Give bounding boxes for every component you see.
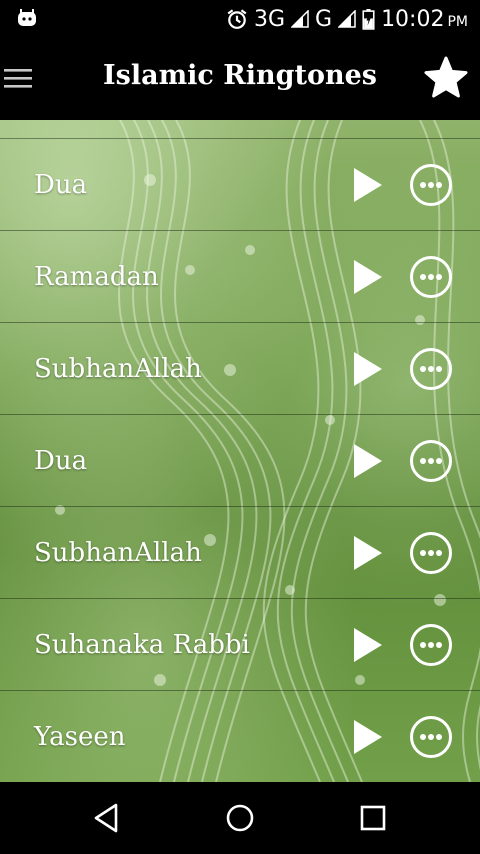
battery-charging-icon (362, 8, 375, 30)
play-icon[interactable] (348, 717, 388, 757)
app-title: Islamic Ringtones (103, 60, 377, 91)
network-type-3g: 3G (253, 6, 285, 32)
list-item[interactable]: Dua (0, 138, 480, 231)
more-options-icon[interactable] (409, 163, 453, 207)
ringtone-title: Suhanaka Rabbi (34, 630, 250, 660)
ringtone-title: Yaseen (34, 722, 126, 752)
ringtone-title: SubhanAllah (34, 354, 202, 384)
back-icon[interactable] (88, 800, 124, 836)
list-item[interactable]: SubhanAllah (0, 506, 480, 599)
list-item[interactable]: SubhanAllah (0, 322, 480, 415)
ringtone-title: Ramadan (34, 262, 159, 292)
more-options-icon[interactable] (409, 255, 453, 299)
list-item[interactable]: Dua (0, 414, 480, 507)
play-icon[interactable] (348, 441, 388, 481)
status-time: 10:02 (381, 6, 445, 32)
ringtone-list[interactable]: Dua Ramadan SubhanAllah Dua SubhanAllah (0, 120, 480, 782)
android-notification-icon (18, 9, 36, 26)
signal-icon (338, 10, 356, 28)
more-options-icon[interactable] (409, 623, 453, 667)
signal-icon (291, 10, 309, 28)
list-item[interactable]: Ramadan (0, 230, 480, 323)
recents-icon[interactable] (355, 800, 391, 836)
list-item[interactable]: Suhanaka Rabbi (0, 598, 480, 691)
play-icon[interactable] (348, 533, 388, 573)
more-options-icon[interactable] (409, 715, 453, 759)
star-icon[interactable] (422, 54, 470, 102)
more-options-icon[interactable] (409, 439, 453, 483)
more-options-icon[interactable] (409, 531, 453, 575)
status-ampm: PM (447, 14, 468, 30)
app-bar: Islamic Ringtones (0, 38, 480, 120)
play-icon[interactable] (348, 165, 388, 205)
status-bar: 3G G 10:02 PM (0, 0, 480, 38)
home-icon[interactable] (222, 800, 258, 836)
ringtone-title: Dua (34, 446, 88, 476)
more-options-icon[interactable] (409, 347, 453, 391)
network-type-g: G (315, 6, 333, 32)
navigation-bar (0, 782, 480, 854)
list-item[interactable]: Yaseen (0, 690, 480, 782)
play-icon[interactable] (348, 257, 388, 297)
play-icon[interactable] (348, 349, 388, 389)
ringtone-title: SubhanAllah (34, 538, 202, 568)
ringtone-title: Dua (34, 170, 88, 200)
play-icon[interactable] (348, 625, 388, 665)
alarm-icon (227, 9, 247, 29)
